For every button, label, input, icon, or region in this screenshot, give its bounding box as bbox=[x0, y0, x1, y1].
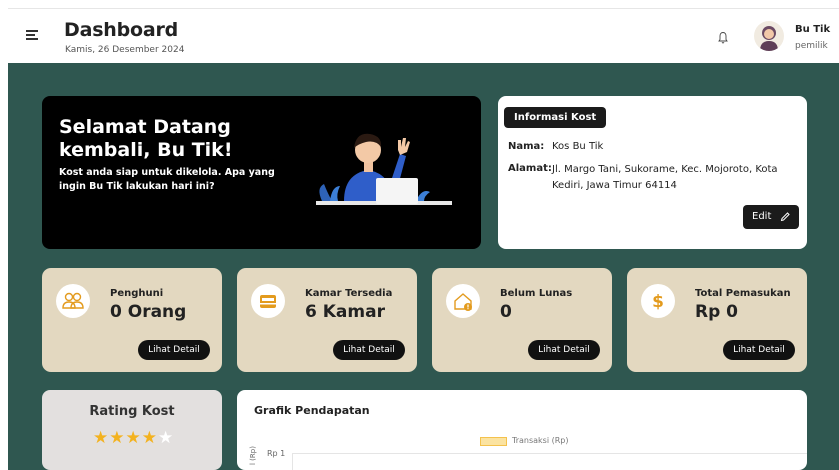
info-name-value: Kos Bu Tik bbox=[552, 141, 604, 152]
stat-card-belum-lunas: Belum Lunas 0 Lihat Detail bbox=[432, 268, 612, 372]
user-role: pemilik bbox=[795, 41, 828, 51]
chart-title: Grafik Pendapatan bbox=[254, 404, 370, 417]
rating-card: Rating Kost ★★★★★ bbox=[42, 390, 222, 470]
view-detail-button[interactable]: Lihat Detail bbox=[138, 340, 210, 360]
star-empty-icon: ★ bbox=[158, 428, 175, 448]
user-name: Bu Tik bbox=[795, 24, 831, 35]
star-filled-icon: ★ bbox=[141, 428, 158, 448]
y-axis bbox=[292, 453, 293, 470]
stat-value: Rp 0 bbox=[695, 302, 739, 322]
stat-label: Kamar Tersedia bbox=[305, 288, 393, 299]
info-heading: Informasi Kost bbox=[504, 107, 607, 128]
stat-card-pemasukan: $ Total Pemasukan Rp 0 Lihat Detail bbox=[627, 268, 807, 372]
stat-value: 6 Kamar bbox=[305, 302, 385, 322]
stat-label: Total Pemasukan bbox=[695, 288, 791, 299]
star-filled-icon: ★ bbox=[93, 428, 110, 448]
page-title: Dashboard bbox=[64, 19, 179, 41]
view-detail-button[interactable]: Lihat Detail bbox=[723, 340, 795, 360]
legend-label: Transaksi (Rp) bbox=[512, 436, 569, 445]
pencil-icon bbox=[780, 212, 790, 222]
user-profile[interactable]: Bu Tik pemilik bbox=[750, 19, 838, 55]
star-filled-icon: ★ bbox=[125, 428, 142, 448]
dollar-icon: $ bbox=[641, 284, 675, 318]
edit-button[interactable]: Edit bbox=[743, 205, 799, 229]
main-content: Selamat Datang kembali, Bu Tik! Kost and… bbox=[8, 63, 839, 470]
bed-icon bbox=[251, 284, 285, 318]
kost-info-card: Informasi Kost Nama: Kos Bu Tik Alamat: J… bbox=[498, 96, 807, 249]
welcome-subtitle: Kost anda siap untuk dikelola. Apa yang … bbox=[59, 167, 275, 192]
svg-text:$: $ bbox=[652, 292, 664, 312]
house-alert-icon bbox=[446, 284, 480, 318]
welcome-banner: Selamat Datang kembali, Bu Tik! Kost and… bbox=[42, 96, 481, 249]
stat-label: Belum Lunas bbox=[500, 288, 573, 299]
bell-icon[interactable] bbox=[718, 31, 728, 45]
avatar bbox=[754, 21, 784, 51]
info-name-label: Nama: bbox=[508, 141, 545, 152]
y-tick-label: Rp 1 bbox=[267, 449, 286, 458]
view-detail-button[interactable]: Lihat Detail bbox=[333, 340, 405, 360]
stat-label: Penghuni bbox=[110, 288, 164, 299]
top-bar: Dashboard Kamis, 26 Desember 2024 Bu Tik… bbox=[8, 8, 839, 63]
stat-value: 0 Orang bbox=[110, 302, 187, 322]
stat-value: 0 bbox=[500, 302, 512, 322]
stat-card-kamar: Kamar Tersedia 6 Kamar Lihat Detail bbox=[237, 268, 417, 372]
hamburger-menu-icon[interactable] bbox=[26, 30, 38, 40]
rating-title: Rating Kost bbox=[89, 404, 175, 419]
info-address-value: Jl. Margo Tani, Sukorame, Kec. Mojoroto,… bbox=[552, 164, 778, 191]
legend-swatch[interactable] bbox=[480, 437, 507, 446]
current-date: Kamis, 26 Desember 2024 bbox=[65, 45, 185, 55]
grid-line bbox=[292, 453, 807, 454]
view-detail-button[interactable]: Lihat Detail bbox=[528, 340, 600, 360]
star-rating: ★★★★★ bbox=[93, 428, 174, 448]
info-name-row: Nama: Kos Bu Tik bbox=[508, 141, 603, 152]
y-axis-label: l (Rp) bbox=[249, 446, 257, 465]
star-filled-icon: ★ bbox=[109, 428, 126, 448]
income-chart: Grafik Pendapatan Transaksi (Rp) l (Rp) … bbox=[237, 390, 807, 470]
people-icon bbox=[56, 284, 90, 318]
stat-card-penghuni: Penghuni 0 Orang Lihat Detail bbox=[42, 268, 222, 372]
info-address-label: Alamat: bbox=[508, 163, 552, 174]
person-laptop-illustration bbox=[316, 133, 452, 205]
welcome-title: Selamat Datang kembali, Bu Tik! bbox=[59, 116, 233, 161]
edit-button-label: Edit bbox=[752, 211, 772, 222]
